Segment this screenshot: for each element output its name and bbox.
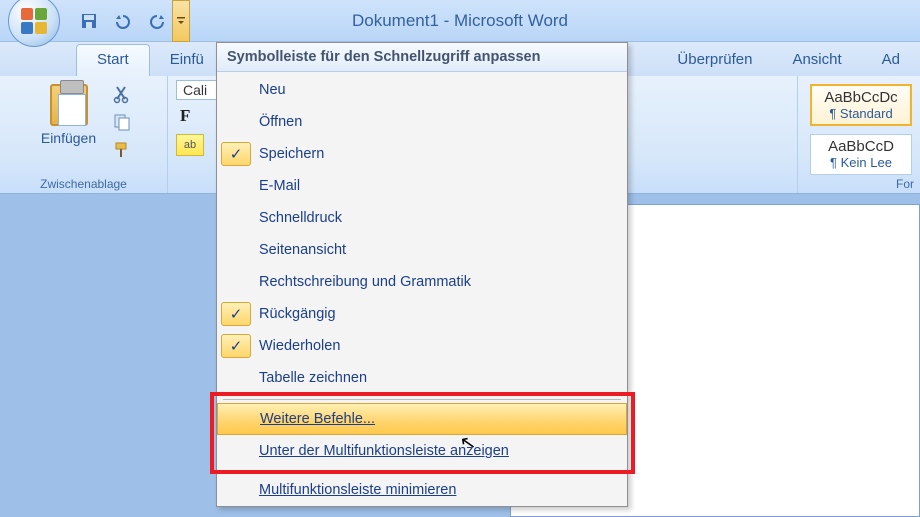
tab-ueberpruefen[interactable]: Überprüfen [657, 45, 772, 76]
clipboard-icon [50, 84, 88, 126]
qat-item-label: Rechtschreibung und Grammatik [259, 274, 471, 290]
checkmark-icon: ✓ [221, 334, 251, 358]
highlight-color-button[interactable]: ab [176, 134, 204, 156]
title-bar: Dokument1 - Microsoft Word [0, 0, 920, 42]
check-slot [221, 110, 251, 134]
qat-item-8[interactable]: ✓ Wiederholen [217, 330, 627, 362]
menu-separator [223, 399, 621, 400]
check-slot [221, 366, 251, 390]
qat-more-commands-label: Weitere Befehle... [260, 411, 375, 427]
qat-item-label: Seitenansicht [259, 242, 346, 258]
qat-item-label: E-Mail [259, 178, 300, 194]
check-slot [221, 206, 251, 230]
qat-item-label: Rückgängig [259, 306, 336, 322]
group-styles: AaBbCcDc ¶ Standard AaBbCcD ¶ Kein Lee F… [798, 76, 920, 193]
qat-item-6[interactable]: Rechtschreibung und Grammatik [217, 266, 627, 298]
qat-item-1[interactable]: Öffnen [217, 106, 627, 138]
qat-minimize-ribbon-label: Multifunktionsleiste minimieren [259, 482, 456, 498]
copy-icon[interactable] [112, 112, 132, 132]
quick-access-toolbar [78, 10, 168, 32]
check-slot [221, 270, 251, 294]
checkmark-icon: ✓ [221, 142, 251, 166]
qat-below-ribbon[interactable]: Unter der Multifunktionsleiste anzeigen [217, 435, 627, 467]
qat-minimize-ribbon[interactable]: Multifunktionsleiste minimieren [217, 474, 627, 506]
tab-addins[interactable]: Ad [862, 45, 920, 76]
check-slot [221, 174, 251, 198]
qat-item-3[interactable]: E-Mail [217, 170, 627, 202]
group-label-styles: For [798, 177, 920, 191]
qat-menu-title: Symbolleiste für den Schnellzugriff anpa… [217, 43, 627, 72]
qat-item-9[interactable]: Tabelle zeichnen [217, 362, 627, 394]
bold-button[interactable]: F [176, 104, 194, 128]
qat-item-2[interactable]: ✓ Speichern [217, 138, 627, 170]
tab-ansicht[interactable]: Ansicht [772, 45, 861, 76]
check-slot [221, 238, 251, 262]
qat-menu-items: Neu Öffnen ✓ Speichern E-Mail Schnelldruck Sei… [217, 72, 627, 396]
qat-item-label: Öffnen [259, 114, 302, 130]
qat-item-label: Wiederholen [259, 338, 340, 354]
qat-item-label: Schnelldruck [259, 210, 342, 226]
undo-icon[interactable] [112, 10, 134, 32]
paste-label: Einfügen [41, 130, 96, 146]
office-logo-icon [21, 8, 47, 34]
group-clipboard: Einfügen Zwischenablage [0, 76, 168, 193]
qat-customize-dropdown[interactable] [172, 0, 190, 42]
style-name-kein: ¶ Kein Lee [830, 155, 892, 170]
qat-item-5[interactable]: Seitenansicht [217, 234, 627, 266]
redo-icon[interactable] [146, 10, 168, 32]
qat-more-commands[interactable]: Weitere Befehle... [217, 403, 627, 435]
format-painter-icon[interactable] [112, 140, 132, 160]
save-icon[interactable] [78, 10, 100, 32]
group-label-clipboard: Zwischenablage [0, 177, 167, 191]
menu-separator [223, 470, 621, 471]
office-button[interactable] [8, 0, 60, 47]
style-kein-leerraum[interactable]: AaBbCcD ¶ Kein Lee [810, 134, 912, 175]
tab-einfuegen[interactable]: Einfü [150, 45, 224, 76]
qat-item-4[interactable]: Schnelldruck [217, 202, 627, 234]
qat-item-7[interactable]: ✓ Rückgängig [217, 298, 627, 330]
paste-button[interactable]: Einfügen [35, 80, 102, 150]
check-slot [221, 78, 251, 102]
checkmark-icon: ✓ [221, 302, 251, 326]
qat-item-label: Speichern [259, 146, 324, 162]
qat-customize-menu: Symbolleiste für den Schnellzugriff anpa… [216, 42, 628, 507]
qat-item-label: Neu [259, 82, 286, 98]
style-sample-text: AaBbCcDc [824, 89, 897, 106]
tab-start[interactable]: Start [76, 44, 150, 76]
qat-item-label: Tabelle zeichnen [259, 370, 367, 386]
style-sample-text-2: AaBbCcD [828, 138, 894, 155]
style-standard[interactable]: AaBbCcDc ¶ Standard [810, 84, 912, 126]
style-name-standard: ¶ Standard [829, 106, 892, 121]
cut-icon[interactable] [112, 84, 132, 104]
qat-item-0[interactable]: Neu [217, 74, 627, 106]
